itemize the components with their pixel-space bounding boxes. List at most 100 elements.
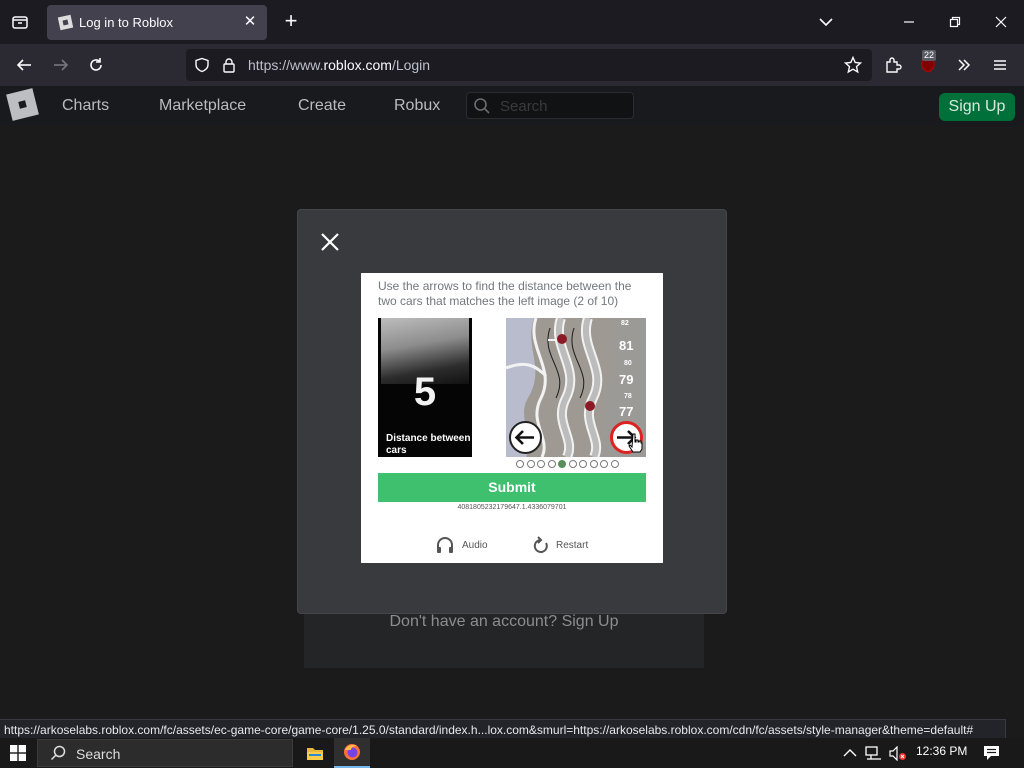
hand-pointer-cursor-icon (628, 433, 643, 453)
restart-label: Restart (556, 540, 589, 551)
restore-button[interactable] (942, 10, 968, 34)
browser-tab-strip: Log in to Roblox ✕ + (0, 0, 1024, 44)
progress-dot (579, 460, 587, 468)
minimize-button[interactable] (896, 10, 922, 34)
close-icon (995, 16, 1007, 28)
tab-list-button[interactable] (6, 8, 34, 36)
shield-icon[interactable] (194, 57, 210, 73)
close-icon (321, 233, 339, 251)
search-placeholder: Search (500, 98, 548, 115)
reload-button[interactable] (82, 51, 110, 79)
puzzle-icon (886, 57, 902, 73)
taskbar-search-label: Search (76, 746, 121, 762)
game-image: 82 81 80 79 78 77 (506, 318, 646, 457)
more-tools-button[interactable] (950, 51, 978, 79)
network-icon[interactable] (865, 746, 883, 761)
track-number: 78 (624, 393, 632, 400)
url-prefix: https://www. (248, 57, 324, 73)
restore-icon (949, 16, 961, 28)
chevron-down-icon (819, 18, 833, 27)
search-icon (50, 745, 66, 761)
track-number: 77 (619, 404, 634, 419)
modal-close-button[interactable] (318, 230, 342, 254)
taskbar-search-box[interactable]: Search (37, 739, 293, 767)
session-id: 4081805232179647.1.4336079701 (457, 504, 567, 511)
progress-dot (547, 460, 556, 468)
track-number: 82 (621, 320, 629, 327)
progress-dot (589, 460, 598, 468)
chevron-up-icon[interactable] (843, 748, 857, 758)
progress-dot (610, 460, 619, 468)
start-button[interactable] (0, 738, 36, 768)
double-chevron-right-icon (958, 59, 971, 71)
close-window-button[interactable] (988, 10, 1014, 34)
hamburger-icon (994, 60, 1006, 70)
reference-image: 5 Distance between cars (378, 318, 472, 457)
progress-dot (526, 460, 535, 468)
browser-toolbar: https://www.roblox.com/Login 22 (0, 44, 1024, 86)
url-bar[interactable]: https://www.roblox.com/Login (186, 49, 872, 81)
browser-tab-active[interactable]: Log in to Roblox ✕ (47, 5, 267, 40)
app-menu-button[interactable] (986, 51, 1014, 79)
minimize-icon (904, 21, 914, 23)
url-text: https://www.roblox.com/Login (248, 57, 430, 73)
progress-dot (568, 460, 577, 468)
arrow-left-icon (514, 430, 534, 445)
reference-number: 5 (413, 370, 437, 414)
windows-taskbar: Search 12:36 PM (0, 738, 1024, 768)
red-car-2 (585, 401, 595, 411)
arrow-left-button[interactable] (509, 421, 542, 454)
volume-muted-icon[interactable] (889, 746, 907, 761)
extensions-button[interactable] (879, 51, 907, 79)
track-number: 81 (619, 338, 634, 353)
file-explorer-button[interactable] (297, 738, 333, 768)
nav-charts[interactable]: Charts (62, 97, 109, 115)
progress-dot (600, 460, 608, 468)
folder-icon (307, 747, 323, 760)
list-all-tabs-button[interactable] (813, 10, 839, 34)
url-domain: roblox.com (323, 57, 392, 73)
arrow-left-icon (16, 59, 31, 71)
track-number: 79 (619, 372, 634, 387)
back-button[interactable] (10, 51, 38, 79)
roblox-favicon-icon (57, 14, 74, 31)
headphones-icon (437, 537, 453, 553)
red-car-1 (557, 334, 567, 344)
forward-button[interactable] (47, 51, 75, 79)
progress-dot (516, 460, 524, 468)
nav-create[interactable]: Create (298, 97, 346, 115)
search-input[interactable]: Search (466, 92, 634, 119)
new-tab-button[interactable]: + (280, 10, 302, 32)
nav-marketplace[interactable]: Marketplace (159, 97, 246, 115)
track-number: 80 (624, 360, 632, 367)
star-icon (844, 56, 862, 74)
nav-robux[interactable]: Robux (394, 97, 440, 115)
extension-badge: 22 (922, 50, 937, 61)
search-icon (474, 98, 490, 114)
url-path: /Login (391, 57, 431, 73)
firefox-taskbar-button[interactable] (334, 738, 370, 768)
windows-logo-icon (10, 745, 26, 761)
tab-list-icon (12, 16, 28, 29)
captcha-challenge: Use the arrows to find the distance betw… (361, 273, 663, 563)
no-account-link[interactable]: Don't have an account? Sign Up (304, 613, 704, 631)
tab-close-icon[interactable]: ✕ (241, 13, 259, 31)
status-link-text: https://arkoselabs.roblox.com/fc/assets/… (4, 723, 974, 737)
notification-icon[interactable] (983, 745, 1000, 761)
captcha-instruction: Use the arrows to find the distance betw… (378, 279, 632, 308)
reload-icon (90, 58, 102, 71)
roblox-logo-icon[interactable] (6, 88, 39, 121)
lock-icon[interactable] (222, 57, 236, 73)
signup-button[interactable]: Sign Up (939, 93, 1015, 121)
restart-icon (533, 536, 548, 553)
progress-dot (537, 460, 545, 468)
link-status-bar: https://arkoselabs.roblox.com/fc/assets/… (0, 719, 1006, 739)
taskbar-clock[interactable]: 12:36 PM (916, 744, 967, 758)
progress-dot (558, 460, 566, 468)
audio-label: Audio (462, 540, 488, 551)
submit-button[interactable]: Submit (378, 473, 646, 502)
roblox-header: Charts Marketplace Create Robux Search S… (0, 86, 1024, 126)
arrow-right-icon (54, 59, 69, 71)
tab-title: Log in to Roblox (79, 15, 173, 30)
bookmark-button[interactable] (839, 51, 867, 79)
